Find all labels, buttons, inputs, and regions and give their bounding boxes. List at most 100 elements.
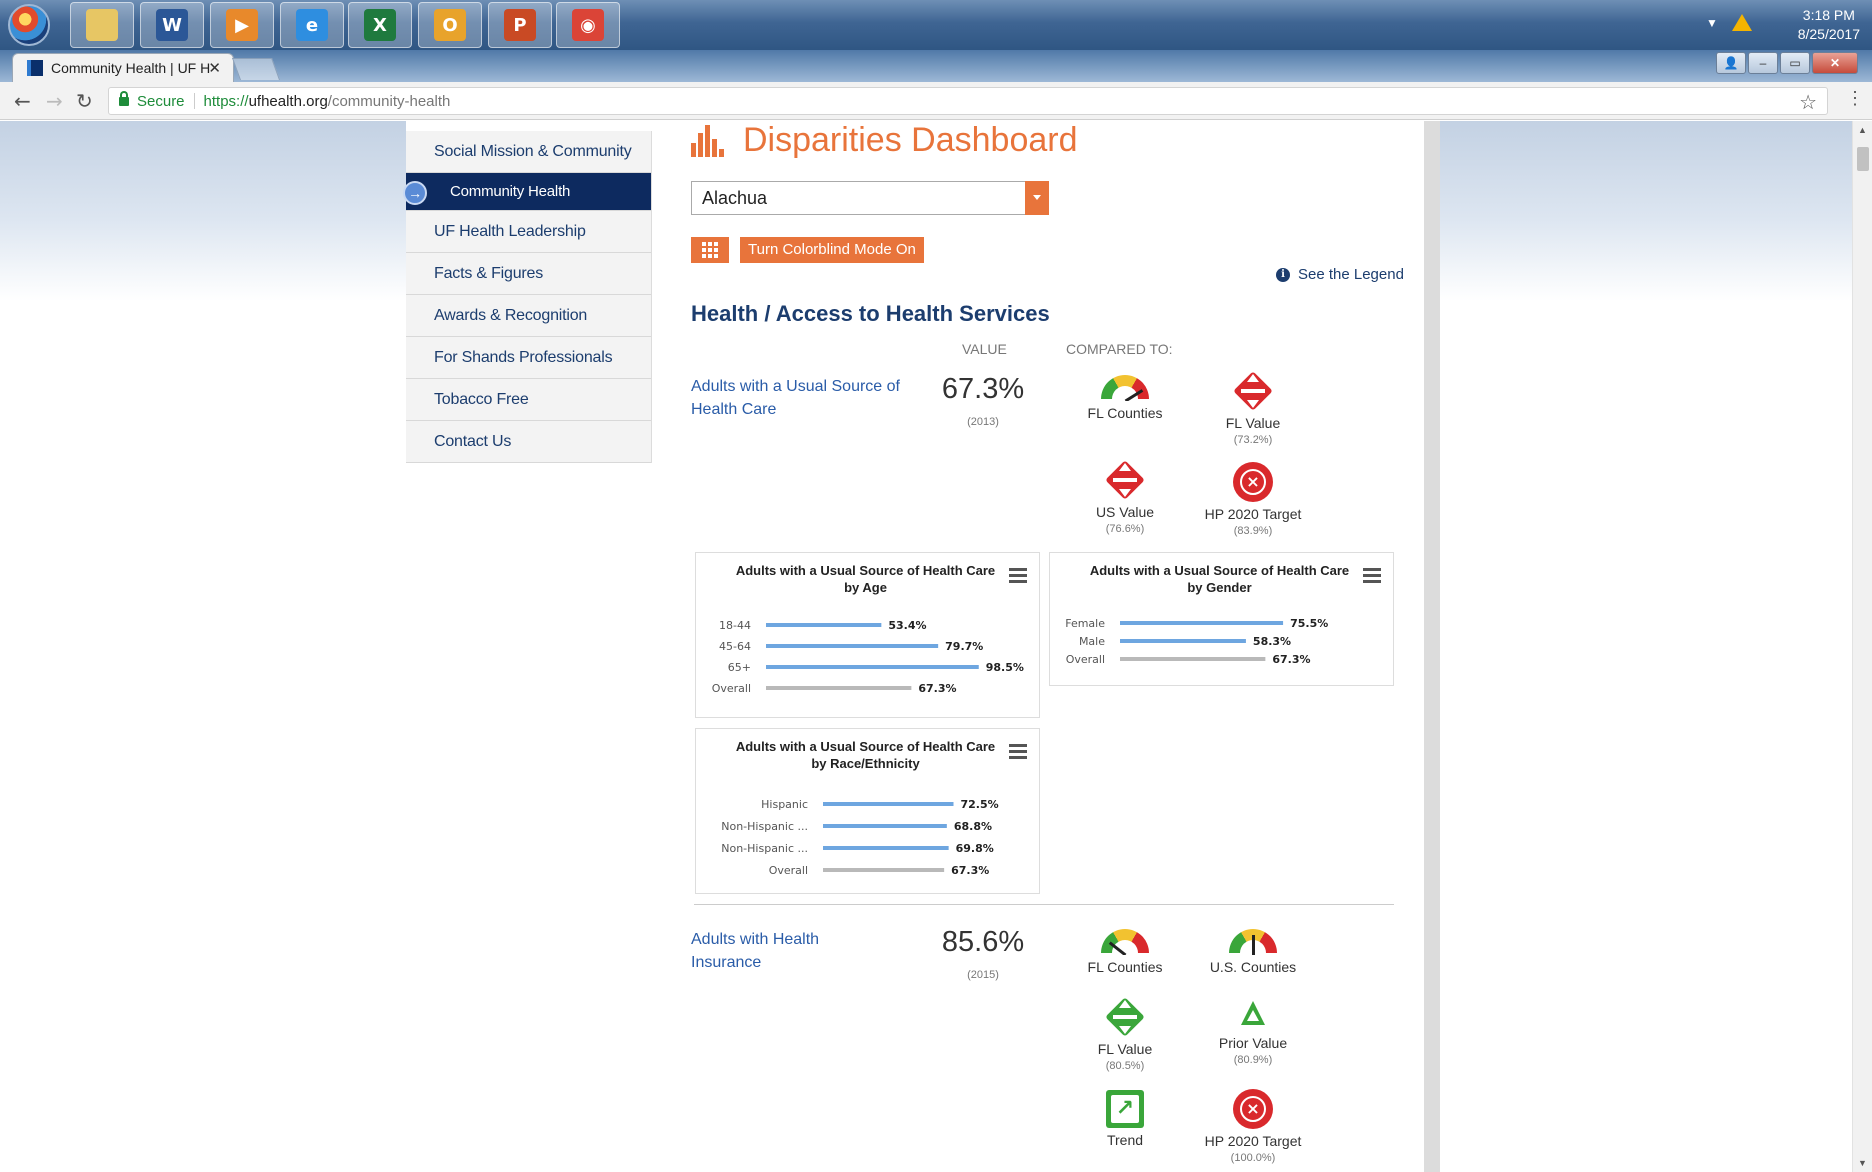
tab-close-icon[interactable]: ✕ [208,59,221,77]
sidebar-item-for-shands-professionals[interactable]: For Shands Professionals [406,337,651,379]
indicator-name[interactable]: Adults with a Usual Source of Health Car… [691,375,901,421]
indicator-name[interactable]: Adults with Health Insurance [691,928,851,974]
see-legend-link[interactable]: i See the Legend [1276,266,1404,283]
sidebar-item-tobacco-free[interactable]: Tobacco Free [406,379,651,421]
bar-chart: Female 75.5% Male 58.3% Overall 67.3% [1065,617,1328,666]
bar[interactable] [1120,621,1284,625]
comparison-trend[interactable]: ↗ Trend [1065,1090,1185,1148]
value-column-header: VALUE [962,341,1007,357]
county-select[interactable]: Alachua [691,181,1049,215]
arrow-right-icon: → [403,181,427,205]
tab-title: Community Health | UF H [51,60,211,76]
section-title: Health / Access to Health Services [691,301,1050,326]
bookmark-star-icon[interactable]: ☆ [1799,90,1817,115]
sidebar-item-awards-recognition[interactable]: Awards & Recognition [406,295,651,337]
user-profile-button[interactable]: 👤 [1716,52,1746,74]
bar[interactable] [1120,657,1266,661]
reload-icon[interactable]: ↻ [76,89,93,113]
window-controls: 👤 – ▭ ✕ [1716,52,1858,74]
windows-taskbar: W ▶ e X O P ◉ ▼ 3:18 PM 8/25/2017 [0,0,1872,50]
comparison-label: U.S. Counties [1209,959,1297,975]
minimize-button[interactable]: – [1748,52,1778,74]
browser-tab[interactable]: Community Health | UF H ✕ [12,53,234,82]
diamond-green-icon [1103,997,1147,1037]
bar[interactable] [766,665,979,669]
bar[interactable] [766,623,882,627]
comparison-label: HP 2020 Target [1204,506,1302,522]
sidebar-item-uf-health-leadership[interactable]: UF Health Leadership [406,211,651,253]
dashboard-title: Disparities Dashboard [691,121,1078,160]
start-button[interactable] [8,4,50,46]
bar-category-label: Overall [712,682,751,695]
comparison-sub-value: (100.0%) [1230,1152,1276,1164]
tray-expand-icon[interactable]: ▼ [1706,16,1718,30]
taskbar-app-button[interactable]: P [488,2,552,48]
see-legend-label: See the Legend [1298,266,1404,283]
page-scrollbar[interactable]: ▲ ▼ [1852,121,1872,1172]
bar-value-label: 68.8% [954,820,992,833]
address-bar[interactable]: Secure https:// ufhealth.org /community-… [108,87,1828,115]
scrollbar-thumb[interactable] [1857,147,1869,171]
bar-value-label: 72.5% [961,798,999,811]
comparison-fl-value[interactable]: FL Value (73.2%) [1193,371,1313,446]
bar[interactable] [823,824,947,828]
trend-icon: ↗ [1106,1090,1144,1128]
bar[interactable] [823,868,945,872]
bar-value-label: 69.8% [956,842,994,855]
system-clock[interactable]: 3:18 PM 8/25/2017 [1798,6,1860,44]
indicator-year: (2015) [967,969,999,981]
comparison-label: FL Value [1225,415,1281,431]
scroll-up-icon[interactable]: ▲ [1858,125,1867,135]
bar[interactable] [766,686,912,690]
taskbar-app-button[interactable]: X [348,2,412,48]
comparison-hp2020-target[interactable]: × HP 2020 Target (83.9%) [1193,462,1313,537]
sidebar-item-contact-us[interactable]: Contact Us [406,421,651,463]
sidebar-item-social-mission-community[interactable]: Social Mission & Community [406,131,651,173]
powerpoint-icon: P [504,9,536,41]
bar[interactable] [766,644,939,648]
taskbar-app-button[interactable]: W [140,2,204,48]
comparison-us-value[interactable]: US Value (76.6%) [1065,460,1185,535]
maximize-button[interactable]: ▭ [1780,52,1810,74]
comparison-prior-value[interactable]: Prior Value (80.9%) [1193,1001,1313,1066]
bar[interactable] [823,846,949,850]
sidebar-item-label: UF Health Leadership [434,222,586,240]
taskbar-app-button[interactable]: ▶ [210,2,274,48]
county-select-value: Alachua [702,188,768,208]
excel-icon: X [364,9,396,41]
taskbar-app-button[interactable]: O [418,2,482,48]
taskbar-app-button[interactable]: e [280,2,344,48]
comparison-fl-value[interactable]: FL Value (80.5%) [1065,997,1185,1072]
uf-health-favicon-icon [27,60,43,76]
scroll-down-icon[interactable]: ▼ [1858,1158,1867,1168]
word-icon: W [156,9,188,41]
comparison-fl-counties[interactable]: FL Counties [1065,375,1185,421]
close-window-button[interactable]: ✕ [1812,52,1858,74]
browser-menu-icon[interactable]: ⋮ [1846,88,1864,109]
browser-toolbar: ← → ↻ Secure https:// ufhealth.org /comm… [0,82,1872,120]
chart-by-gender: Adults with a Usual Source of Health Car… [1049,552,1394,686]
back-arrow-icon[interactable]: ← [14,89,31,113]
comparison-hp2020-target[interactable]: × HP 2020 Target (100.0%) [1193,1089,1313,1164]
google-drive-icon[interactable] [1732,14,1752,31]
bar[interactable] [1120,639,1246,643]
bar-category-label: Overall [769,864,808,877]
file-explorer-icon [86,9,118,41]
taskbar-app-button[interactable]: ◉ [556,2,620,48]
indicator-value: 67.3% [941,373,1025,405]
table-view-button[interactable] [691,237,729,263]
sidebar-item-facts-figures[interactable]: Facts & Figures [406,253,651,295]
chart-bars-icon [691,124,729,157]
sidebar-item-community-health[interactable]: → Community Health [403,173,651,211]
new-tab-button[interactable] [231,58,281,80]
gauge-icon [1229,929,1277,955]
lock-icon[interactable] [119,90,129,106]
comparison-fl-counties[interactable]: FL Counties [1065,929,1185,975]
comparison-us-counties[interactable]: U.S. Counties [1193,929,1313,975]
taskbar-app-button[interactable] [70,2,134,48]
colorblind-mode-button[interactable]: Turn Colorblind Mode On [740,237,924,263]
forward-arrow-icon[interactable]: → [46,89,63,113]
bar[interactable] [823,802,954,806]
info-icon: i [1276,267,1290,282]
chevron-down-icon[interactable] [1025,181,1049,215]
